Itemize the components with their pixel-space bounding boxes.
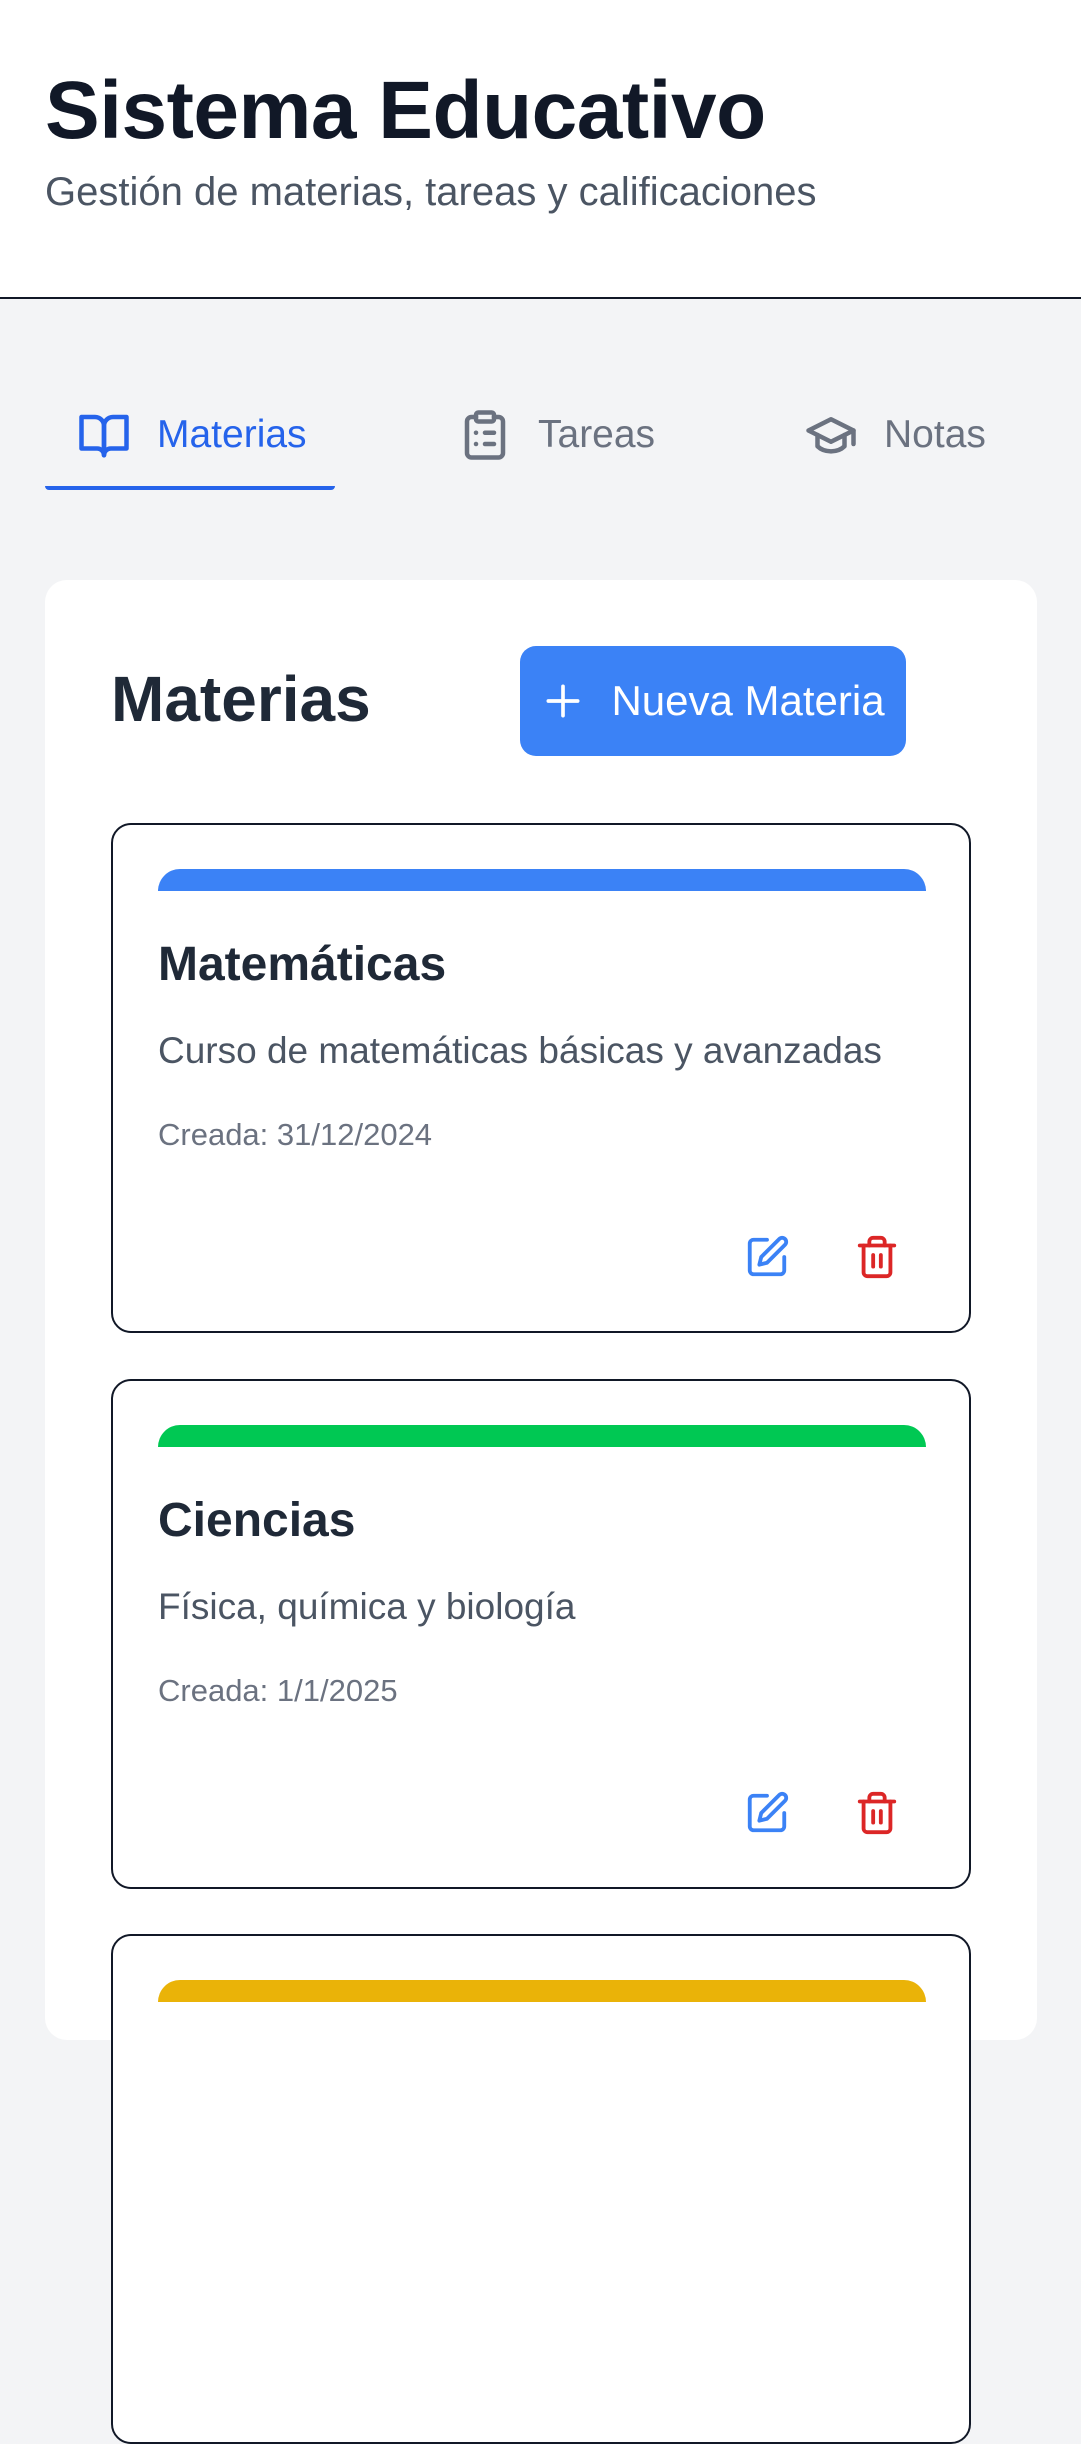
tab-tareas-label: Tareas — [538, 413, 656, 456]
subject-created-date: Creada: 31/12/2024 — [158, 1117, 433, 1152]
subject-color-bar — [158, 869, 926, 891]
subject-description: Física, química y biología — [158, 1586, 576, 1627]
edit-button[interactable] — [735, 1225, 799, 1289]
graduation-cap-icon — [806, 417, 856, 454]
tab-notas[interactable]: Notas — [804, 380, 986, 490]
subject-name: Ciencias — [158, 1494, 356, 1547]
subject-color-bar — [158, 1425, 926, 1447]
tab-materias-label: Materias — [157, 413, 307, 456]
tab-bar: Materias Tareas Notas — [0, 380, 1081, 490]
trash-icon — [857, 1791, 897, 1835]
subject-name: Matemáticas — [158, 938, 447, 991]
book-open-icon — [79, 414, 129, 458]
app-header: Sistema Educativo Gestión de materias, t… — [0, 0, 1081, 299]
edit-icon — [747, 1791, 789, 1833]
delete-button[interactable] — [845, 1781, 909, 1845]
subject-created-date: Creada: 1/1/2025 — [158, 1673, 398, 1708]
subject-card — [111, 1934, 971, 2444]
tab-notas-label: Notas — [884, 413, 986, 456]
plus-icon — [546, 684, 580, 718]
trash-icon — [857, 1235, 897, 1279]
tab-materias[interactable]: Materias — [45, 380, 335, 490]
app-subtitle: Gestión de materias, tareas y calificaci… — [45, 170, 817, 214]
tab-tareas[interactable]: Tareas — [458, 380, 655, 490]
subject-card: Ciencias Física, química y biología Crea… — [111, 1379, 971, 1889]
new-subject-button[interactable]: Nueva Materia — [520, 646, 906, 756]
edit-icon — [747, 1235, 789, 1277]
subjects-panel: Materias Nueva Materia Matemáticas Curso… — [45, 580, 1037, 2444]
subject-description: Curso de matemáticas básicas y avanzadas — [158, 1030, 882, 1071]
edit-button[interactable] — [735, 1781, 799, 1845]
new-subject-label: Nueva Materia — [611, 677, 885, 724]
active-tab-indicator — [45, 486, 335, 490]
panel-title: Materias — [111, 663, 371, 735]
app-title: Sistema Educativo — [45, 65, 766, 156]
delete-button[interactable] — [845, 1225, 909, 1289]
subject-card: Matemáticas Curso de matemáticas básicas… — [111, 823, 971, 1333]
clipboard-list-icon — [464, 410, 506, 460]
